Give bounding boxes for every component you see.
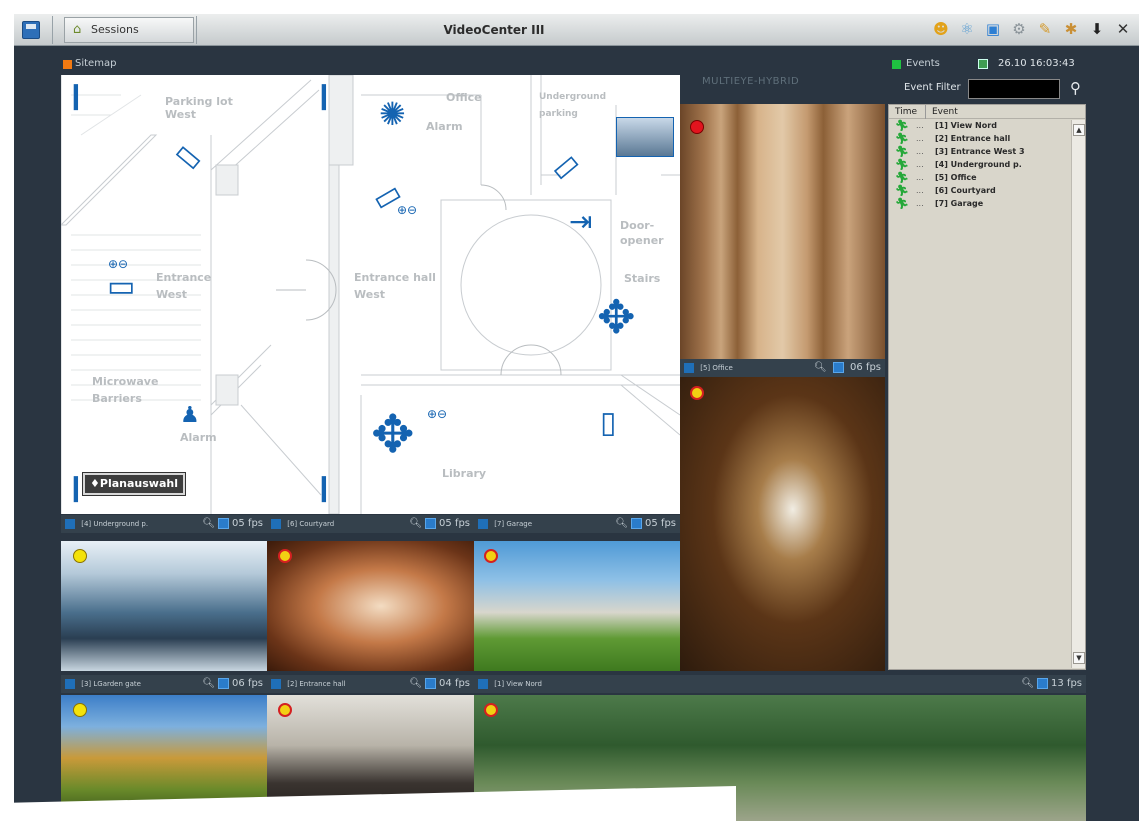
page-overlay-card bbox=[0, 786, 736, 821]
